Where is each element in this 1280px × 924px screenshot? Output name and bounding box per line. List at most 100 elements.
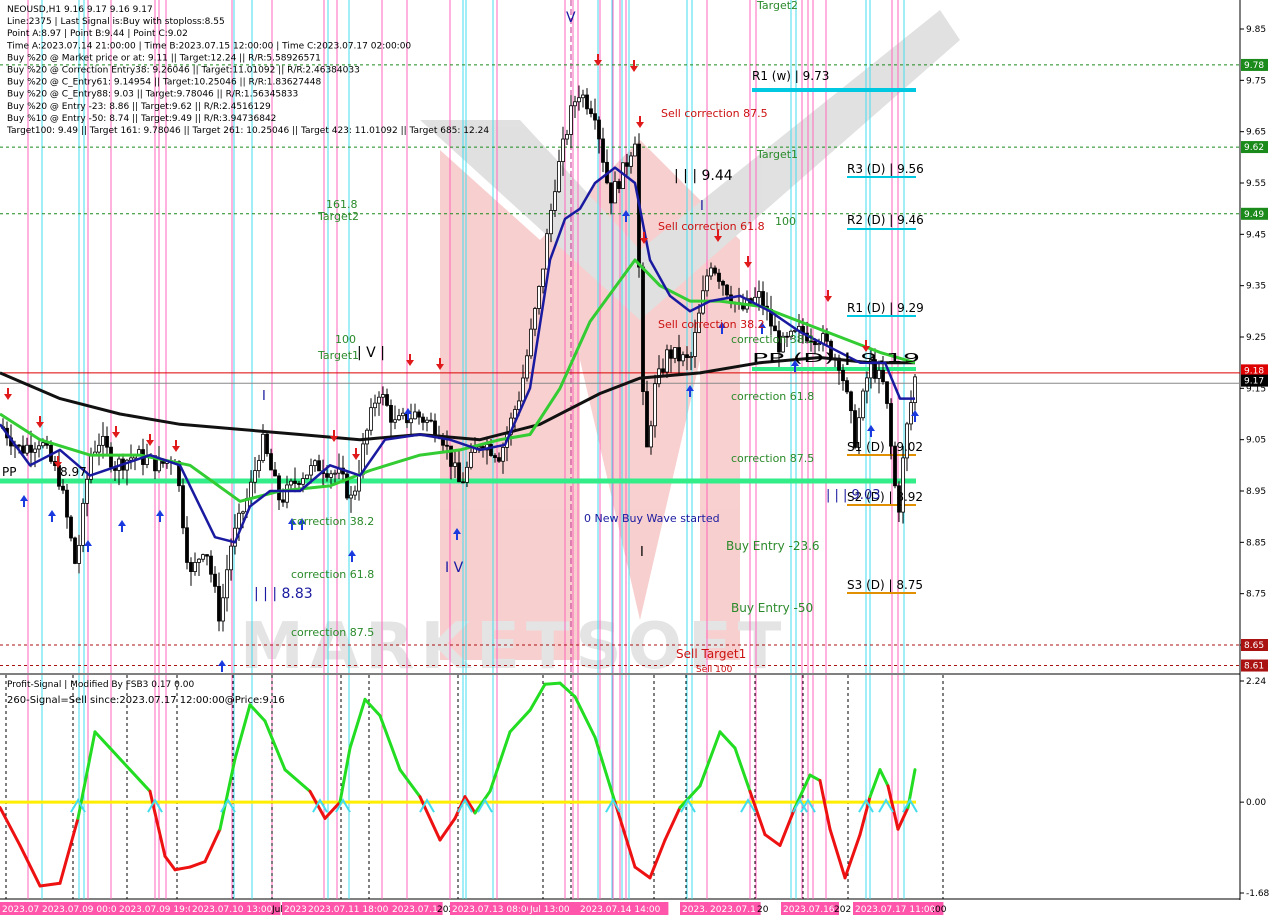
price-tick-label: 9.55 xyxy=(1246,179,1266,189)
target1-left: Target1 xyxy=(317,349,359,362)
time-label: 2023.07.1 xyxy=(392,905,438,915)
candle-body xyxy=(429,419,433,422)
candle-body xyxy=(565,134,569,140)
candle-body xyxy=(241,511,245,514)
wave-iii-944: | | | 9.44 xyxy=(674,168,733,184)
info-line-3: Time A:2023.07.14 21:00:00 | Time B:2023… xyxy=(6,41,411,51)
candle-body xyxy=(521,377,525,402)
target2-top: Target2 xyxy=(756,0,798,12)
candle-body xyxy=(313,460,317,467)
time-axis: 2023.07.082023.07.09 00:002023.07.09 19:… xyxy=(0,902,947,915)
candle-body xyxy=(193,561,197,572)
candle-body xyxy=(545,233,549,270)
price-tag-label: 9.62 xyxy=(1244,143,1264,153)
candle-body xyxy=(461,481,465,484)
wave-iv: I V xyxy=(445,560,464,576)
sell-correction-618: Sell correction 61.8 xyxy=(658,220,765,233)
oscillator-axis: 2.24 0.00 -1.68 xyxy=(1240,677,1270,899)
price-tick-label: 8.85 xyxy=(1246,538,1266,548)
info-line-8: Buy %20 @ Entry -23: 8.86 || Target:9.62… xyxy=(7,102,271,112)
candle-body xyxy=(573,101,577,107)
osc-tick-label: 2.24 xyxy=(1246,677,1266,687)
candle-body xyxy=(261,433,265,461)
r3-label: R3 (D) | 9.56 xyxy=(847,162,924,176)
candle-body xyxy=(817,343,821,346)
candle-body xyxy=(409,418,413,424)
candle-body xyxy=(85,478,89,504)
sell-correction-875: Sell correction 87.5 xyxy=(661,107,768,120)
s3-label: S3 (D) | 8.75 xyxy=(847,578,923,592)
candle-body xyxy=(65,489,69,518)
candle-body xyxy=(237,512,241,529)
candle-body xyxy=(569,105,573,135)
candle-body xyxy=(445,444,449,447)
candle-body xyxy=(297,483,301,485)
price-tick-label: 9.35 xyxy=(1246,282,1266,292)
info-line-9: Buy %10 @ Entry -50: 8.74 || Target:9.49… xyxy=(7,114,276,124)
info-line-1: Line:2375 | Last Signal is:Buy with stop… xyxy=(7,17,225,27)
candle-body xyxy=(709,267,713,277)
time-label: 2023.07.09 19:00 xyxy=(119,905,200,915)
correction-382-mid: correction 38.2 xyxy=(731,333,814,346)
candle-body xyxy=(61,485,65,491)
candle-body xyxy=(129,457,133,461)
candle-body xyxy=(305,474,309,479)
candle-body xyxy=(685,354,689,359)
time-label: 2023.07.10 13:00 xyxy=(192,905,273,915)
correction-875-mid: correction 87.5 xyxy=(731,452,814,465)
candle-body xyxy=(393,419,397,423)
candle-body xyxy=(561,138,565,162)
candle-body xyxy=(389,404,393,423)
price-chart[interactable]: MARKETSOFT NEOUSD,H1 9.16 9.17 9.16 9.17… xyxy=(0,0,1280,920)
candle-body xyxy=(489,444,493,456)
candle-body xyxy=(497,457,501,462)
info-line-5: Buy %20 @ Correction Entry38: 9.26046 ||… xyxy=(7,66,360,76)
candle-body xyxy=(649,425,653,448)
candle-body xyxy=(757,291,761,298)
candle-body xyxy=(69,516,73,539)
candle-body xyxy=(601,138,605,163)
correction-618-mid: correction 61.8 xyxy=(731,390,814,403)
candle-body xyxy=(665,349,669,373)
target1-mid: Target1 xyxy=(756,148,798,161)
candle-body xyxy=(213,573,217,587)
candle-body xyxy=(645,391,649,448)
candle-body xyxy=(541,268,545,287)
candle-body xyxy=(613,181,617,204)
price-tick-label: 9.65 xyxy=(1246,128,1266,138)
candle-body xyxy=(617,181,621,189)
candle-body xyxy=(689,356,693,359)
sell-target1: Sell Target1 xyxy=(676,647,746,661)
candle-body xyxy=(253,470,257,483)
candle-body xyxy=(525,355,529,379)
candle-body xyxy=(825,333,829,342)
candle-body xyxy=(673,347,677,359)
candle-body xyxy=(841,369,845,382)
r1-label: R1 (D) | 9.29 xyxy=(847,301,924,315)
s1-label: S1 (D) | 9.02 xyxy=(847,440,923,454)
candle-body xyxy=(373,402,377,409)
buy-entry-23: Buy Entry -23.6 xyxy=(726,539,820,553)
candle-body xyxy=(385,394,389,406)
time-label: :00 xyxy=(932,905,947,915)
candle-body xyxy=(97,444,101,453)
price-tick-label: 8.95 xyxy=(1246,487,1266,497)
candle-body xyxy=(457,462,461,483)
candle-body xyxy=(197,558,201,563)
candle-body xyxy=(717,272,721,282)
candle-body xyxy=(549,210,553,235)
oscillator-title: Profit-Signal | Modified By FSB3 0.17 0.… xyxy=(7,680,194,690)
candle-body xyxy=(33,448,37,453)
time-label: 2023.07.1 xyxy=(710,905,756,915)
price-axis: 9.859.759.659.559.459.359.259.159.058.95… xyxy=(1240,25,1268,672)
wave-i-bottom: I xyxy=(640,545,644,560)
wave-iii-903: | | | 9.03 xyxy=(826,488,880,503)
candle-body xyxy=(861,390,865,419)
candle-body xyxy=(421,416,425,423)
price-tick-label: 9.45 xyxy=(1246,230,1266,240)
candle-body xyxy=(693,332,697,357)
candle-body xyxy=(585,94,589,110)
candle-body xyxy=(73,537,77,564)
price-tag-label: 8.65 xyxy=(1244,641,1264,651)
candle-body xyxy=(377,396,381,404)
